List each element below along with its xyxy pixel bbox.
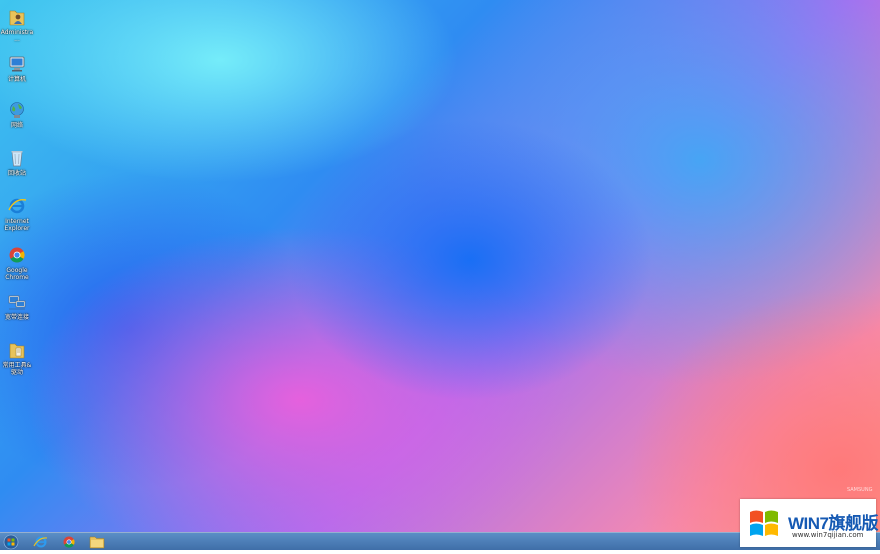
wallpaper-credit: SAMSUNG: [847, 487, 872, 493]
watermark-badge: WIN7旗舰版 www.win7qijian.com: [740, 499, 876, 547]
desktop-icon-label: Google Chrome: [0, 267, 34, 281]
file-explorer-icon: [86, 534, 108, 550]
computer-icon: [6, 53, 28, 75]
start-button[interactable]: [0, 534, 22, 550]
recycle-bin-icon: [6, 147, 28, 169]
taskbar-chrome-button[interactable]: [58, 534, 80, 550]
desktop-icon-label: Administra...: [0, 29, 34, 43]
desktop-icon-computer[interactable]: 计算机: [0, 53, 34, 83]
desktop-icon-label: 计算机: [0, 76, 34, 83]
internet-explorer-icon: [6, 195, 28, 217]
desktop-icon-administrator[interactable]: Administra...: [0, 6, 34, 43]
taskbar-explorer-button[interactable]: [86, 534, 108, 550]
desktop-icon-network[interactable]: 网络: [0, 99, 34, 129]
tools-folder-icon: [6, 339, 28, 361]
desktop-icon-google-chrome[interactable]: Google Chrome: [0, 244, 34, 281]
desktop-icon-label: Internet Explorer: [0, 218, 34, 232]
folder-user-icon: [6, 6, 28, 28]
desktop-icon-broadband[interactable]: 宽带连接: [0, 291, 34, 321]
broadband-connection-icon: [6, 291, 28, 313]
start-orb-icon: [0, 534, 22, 550]
taskbar-ie-button[interactable]: [30, 534, 52, 550]
desktop-icon-label: 网络: [0, 122, 34, 129]
desktop-icon-label: 常用工具&驱动: [0, 362, 34, 376]
watermark-url-text: www.win7qijian.com: [792, 531, 864, 539]
chrome-icon: [6, 244, 28, 266]
network-globe-icon: [6, 99, 28, 121]
chrome-icon: [58, 534, 80, 550]
desktop-icon-tools-drivers[interactable]: 常用工具&驱动: [0, 339, 34, 376]
desktop-icon-recycle-bin[interactable]: 回收站: [0, 147, 34, 177]
internet-explorer-icon: [30, 534, 52, 550]
windows-flag-logo-icon: [744, 503, 784, 543]
desktop-icon-label: 宽带连接: [0, 314, 34, 321]
desktop-wallpaper[interactable]: Administra... 计算机 网络 回收站: [0, 0, 880, 532]
desktop-icon-label: 回收站: [0, 170, 34, 177]
desktop-icon-internet-explorer[interactable]: Internet Explorer: [0, 195, 34, 232]
